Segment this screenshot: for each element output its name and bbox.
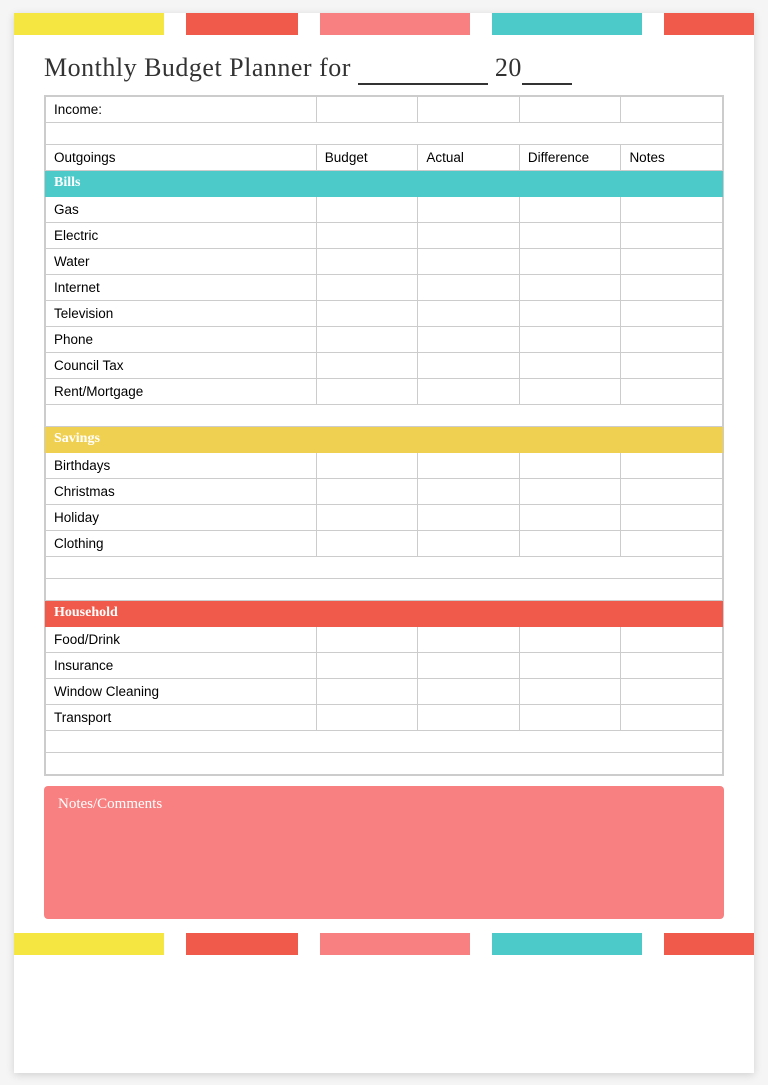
spacer-after-bills bbox=[46, 404, 723, 426]
label-council-tax: Council Tax bbox=[46, 352, 317, 378]
label-internet: Internet bbox=[46, 274, 317, 300]
notes-box: Notes/Comments bbox=[44, 786, 724, 919]
deco-bot-seg-1 bbox=[14, 933, 164, 955]
deco-bot-gap-2 bbox=[298, 933, 320, 955]
title-prefix: Monthly Budget Planner for bbox=[44, 53, 351, 82]
label-birthdays: Birthdays bbox=[46, 452, 317, 478]
row-television: Television bbox=[46, 300, 723, 326]
deco-seg-3 bbox=[320, 13, 470, 35]
title-year-underline bbox=[522, 53, 572, 85]
income-actual bbox=[418, 96, 520, 122]
deco-seg-4 bbox=[492, 13, 642, 35]
col-actual: Actual bbox=[418, 144, 520, 170]
deco-bot-gap-4 bbox=[642, 933, 664, 955]
col-notes: Notes bbox=[621, 144, 723, 170]
row-christmas: Christmas bbox=[46, 478, 723, 504]
spacer-after-household-2 bbox=[46, 752, 723, 774]
budget-table-container: Income: Outgoings Budget Actual Differen… bbox=[44, 95, 724, 776]
row-water: Water bbox=[46, 248, 723, 274]
label-transport: Transport bbox=[46, 704, 317, 730]
label-holiday: Holiday bbox=[46, 504, 317, 530]
row-clothing: Clothing bbox=[46, 530, 723, 556]
col-difference: Difference bbox=[519, 144, 621, 170]
page-title: Monthly Budget Planner for 20 bbox=[14, 35, 754, 95]
household-label: Household bbox=[46, 600, 723, 626]
deco-bot-seg-5 bbox=[664, 933, 754, 955]
deco-seg-2 bbox=[186, 13, 298, 35]
budget-table: Income: Outgoings Budget Actual Differen… bbox=[45, 96, 723, 775]
label-christmas: Christmas bbox=[46, 478, 317, 504]
title-year-prefix: 20 bbox=[495, 53, 522, 82]
notes-label: Notes/Comments bbox=[58, 796, 710, 813]
row-food-drink: Food/Drink bbox=[46, 626, 723, 652]
label-electric: Electric bbox=[46, 222, 317, 248]
label-window-cleaning: Window Cleaning bbox=[46, 678, 317, 704]
income-row: Income: bbox=[46, 96, 723, 122]
spacer-after-household-1 bbox=[46, 730, 723, 752]
page: Monthly Budget Planner for 20 Income: bbox=[14, 13, 754, 1073]
row-council-tax: Council Tax bbox=[46, 352, 723, 378]
income-label: Income: bbox=[46, 96, 317, 122]
empty-row-1 bbox=[46, 122, 723, 144]
deco-bot-gap-1 bbox=[164, 933, 186, 955]
label-gas: Gas bbox=[46, 196, 317, 222]
deco-bot-seg-4 bbox=[492, 933, 642, 955]
row-phone: Phone bbox=[46, 326, 723, 352]
spacer-after-savings-1 bbox=[46, 556, 723, 578]
label-phone: Phone bbox=[46, 326, 317, 352]
deco-bot-gap-3 bbox=[470, 933, 492, 955]
notes-content bbox=[58, 819, 710, 909]
row-holiday: Holiday bbox=[46, 504, 723, 530]
label-insurance: Insurance bbox=[46, 652, 317, 678]
label-television: Television bbox=[46, 300, 317, 326]
deco-seg-5 bbox=[664, 13, 754, 35]
row-transport: Transport bbox=[46, 704, 723, 730]
income-budget bbox=[316, 96, 418, 122]
deco-bot-seg-2 bbox=[186, 933, 298, 955]
row-rent-mortgage: Rent/Mortgage bbox=[46, 378, 723, 404]
label-clothing: Clothing bbox=[46, 530, 317, 556]
section-household-header: Household bbox=[46, 600, 723, 626]
deco-bot-seg-3 bbox=[320, 933, 470, 955]
bills-label: Bills bbox=[46, 170, 723, 196]
label-water: Water bbox=[46, 248, 317, 274]
deco-gap-3 bbox=[470, 13, 492, 35]
label-rent-mortgage: Rent/Mortgage bbox=[46, 378, 317, 404]
row-gas: Gas bbox=[46, 196, 723, 222]
bottom-deco-bar bbox=[14, 933, 754, 955]
spacer-after-savings-2 bbox=[46, 578, 723, 600]
deco-seg-1 bbox=[14, 13, 164, 35]
row-insurance: Insurance bbox=[46, 652, 723, 678]
col-budget: Budget bbox=[316, 144, 418, 170]
row-window-cleaning: Window Cleaning bbox=[46, 678, 723, 704]
row-electric: Electric bbox=[46, 222, 723, 248]
deco-gap-4 bbox=[642, 13, 664, 35]
top-deco-bar bbox=[14, 13, 754, 35]
title-underline bbox=[358, 53, 488, 85]
deco-gap-2 bbox=[298, 13, 320, 35]
income-notes bbox=[621, 96, 723, 122]
row-birthdays: Birthdays bbox=[46, 452, 723, 478]
col-outgoings: Outgoings bbox=[46, 144, 317, 170]
deco-gap-1 bbox=[164, 13, 186, 35]
income-diff bbox=[519, 96, 621, 122]
row-internet: Internet bbox=[46, 274, 723, 300]
label-food-drink: Food/Drink bbox=[46, 626, 317, 652]
section-savings-header: Savings bbox=[46, 426, 723, 452]
column-header-row: Outgoings Budget Actual Difference Notes bbox=[46, 144, 723, 170]
savings-label: Savings bbox=[46, 426, 723, 452]
section-bills-header: Bills bbox=[46, 170, 723, 196]
